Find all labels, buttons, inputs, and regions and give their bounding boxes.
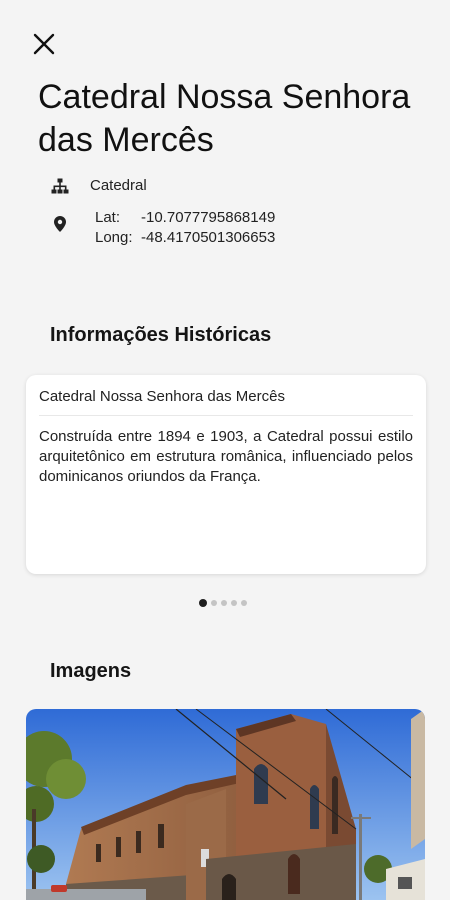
latitude-value: -10.7077795868149 [141,209,276,226]
location-pin-icon [50,214,70,234]
pager-dot[interactable] [231,600,237,606]
page-title: Catedral Nossa Senhora das Mercês [38,78,411,159]
images-section-title: Imagens [50,660,132,682]
close-button[interactable] [28,28,60,60]
history-card-title: Catedral Nossa Senhora das Mercês [39,387,413,416]
coordinates: Lat: -10.7077795868149 Long: -48.4170501… [50,208,275,248]
history-section-title: Informações Históricas [50,324,272,346]
pager-dot[interactable] [199,599,207,607]
cathedral-photo[interactable] [26,709,425,900]
carousel-pager [199,599,247,607]
pager-dot[interactable] [241,600,247,606]
history-card-body: Construída entre 1894 e 1903, a Catedral… [39,428,413,485]
sitemap-icon [50,176,70,196]
longitude-value: -48.4170501306653 [141,229,276,246]
pager-dot[interactable] [221,600,227,606]
cathedral-photo-image [26,709,425,900]
place-type: Catedral [50,176,147,196]
longitude-label: Long: [95,229,133,246]
latitude-label: Lat: [95,209,121,226]
history-card[interactable]: Catedral Nossa Senhora das Mercês Constr… [26,375,426,574]
close-icon [33,33,55,55]
pager-dot[interactable] [211,600,217,606]
place-type-label: Catedral [90,177,147,194]
